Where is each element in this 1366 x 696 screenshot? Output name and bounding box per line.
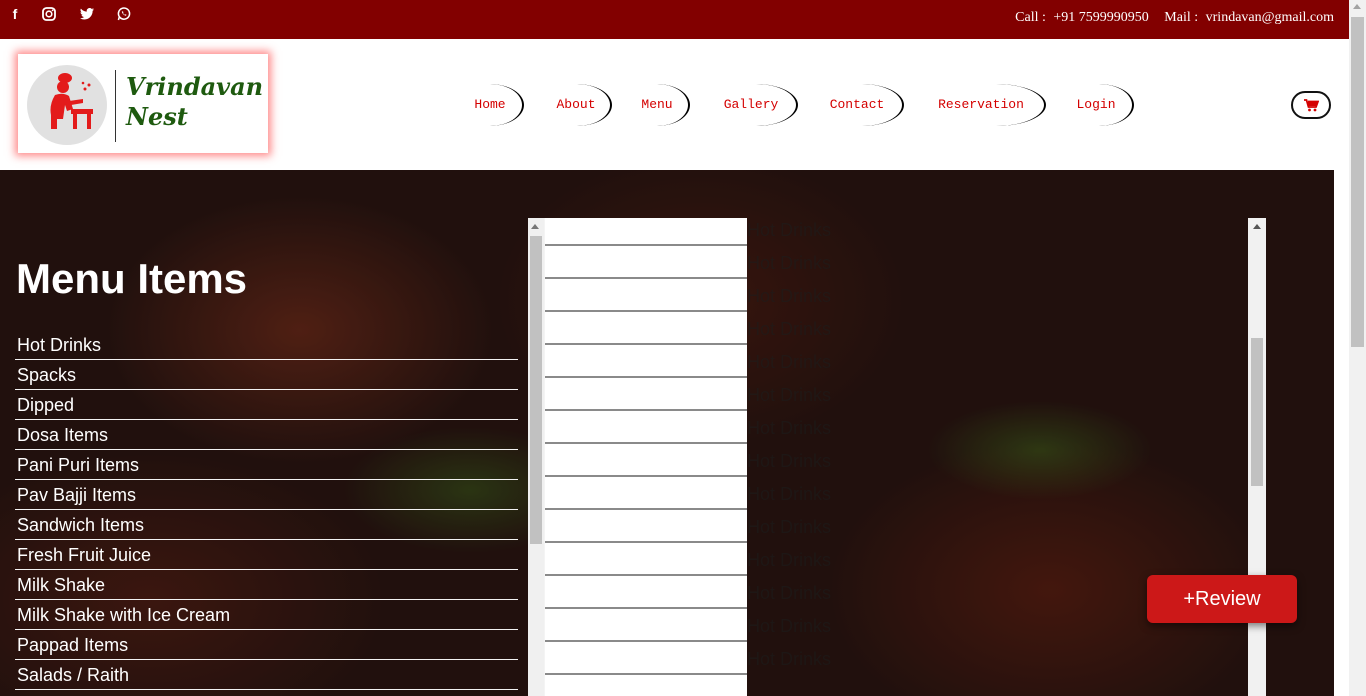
menu-item-name: Hot Drinks: [747, 286, 832, 306]
menu-category-item[interactable]: Spacks: [15, 360, 518, 390]
page-scroll-thumb[interactable]: [1351, 17, 1364, 347]
menu-item-name: Hot Drinks: [747, 220, 832, 240]
logo-divider: [115, 70, 116, 142]
menu-item-name: Hot Drinks: [747, 385, 832, 405]
list-item[interactable]: [545, 444, 747, 477]
scroll-up-arrow-icon[interactable]: [1253, 224, 1261, 229]
list-item[interactable]: [545, 543, 747, 576]
twitter-icon[interactable]: [78, 5, 96, 23]
list-item[interactable]: [545, 312, 747, 345]
menu-category-item[interactable]: Dipped: [15, 390, 518, 420]
page-scrollbar[interactable]: [1349, 0, 1366, 696]
logo-text: Vrindavan Nest: [126, 72, 263, 132]
menu-item-name: Hot Drinks: [747, 550, 832, 570]
logo[interactable]: Vrindavan Nest: [18, 54, 268, 153]
menu-items-panel: [528, 218, 747, 696]
menu-item-name: Hot Drinks: [747, 451, 832, 471]
menu-category-item[interactable]: Pappad Items: [15, 630, 518, 660]
nav-reservation[interactable]: Reservation: [916, 84, 1046, 126]
mail-label: Mail :: [1164, 10, 1199, 25]
nav-home-label: Home: [474, 97, 506, 112]
nav-about[interactable]: About: [540, 84, 612, 126]
menu-item-name: Hot Drinks: [747, 484, 832, 504]
nav-contact[interactable]: Contact: [810, 84, 904, 126]
add-review-button[interactable]: +Review: [1147, 575, 1297, 623]
nav-about-label: About: [556, 97, 596, 112]
menu-items-list: [545, 218, 747, 696]
site-header: Vrindavan Nest Home About Menu Gallery C…: [0, 39, 1334, 170]
instagram-icon[interactable]: [40, 5, 58, 23]
list-item[interactable]: [545, 345, 747, 378]
list-item[interactable]: [545, 218, 747, 246]
whatsapp-icon[interactable]: [115, 5, 133, 23]
cart-icon: [1303, 98, 1319, 111]
menu-item-name: Hot Drinks: [747, 616, 832, 636]
nav-login[interactable]: Login: [1058, 84, 1134, 126]
list-item[interactable]: [545, 675, 747, 696]
menu-category-item[interactable]: Pav Bajji Items: [15, 480, 518, 510]
menu-category-item[interactable]: Dosa Items: [15, 420, 518, 450]
nav-login-label: Login: [1076, 97, 1116, 112]
list-item[interactable]: [545, 279, 747, 312]
menu-category-item[interactable]: Hot Drinks: [15, 330, 518, 360]
menu-category-item[interactable]: Salads / Raith: [15, 660, 518, 690]
phone-number[interactable]: +91 7599990950: [1053, 10, 1148, 25]
menu-item-name: Hot Drinks: [747, 517, 832, 537]
nav-menu-label: Menu: [641, 97, 673, 112]
menu-item-name: Hot Drinks: [747, 253, 832, 273]
menu-category-item[interactable]: Milk Shake with Ice Cream: [15, 600, 518, 630]
email-address[interactable]: vrindavan@gmail.com: [1206, 10, 1334, 25]
nav-gallery[interactable]: Gallery: [704, 84, 798, 126]
menu-category-list: Hot Drinks Spacks Dipped Dosa Items Pani…: [15, 330, 518, 690]
menu-category-item[interactable]: Milk Shake: [15, 570, 518, 600]
menu-hero: Menu Items Hot Drinks Spacks Dipped Dosa…: [0, 170, 1334, 696]
nav-reservation-label: Reservation: [938, 97, 1024, 112]
chef-logo-icon: [27, 65, 107, 145]
scroll-up-arrow-icon[interactable]: [531, 224, 539, 229]
nav-home[interactable]: Home: [456, 84, 524, 126]
menu-category-item[interactable]: Sandwich Items: [15, 510, 518, 540]
nav-gallery-label: Gallery: [723, 97, 779, 112]
list-item[interactable]: [545, 576, 747, 609]
menu-item-names: Hot Drinks Hot Drinks Hot Drinks Hot Dri…: [747, 220, 831, 682]
menu-item-name: Hot Drinks: [747, 583, 832, 603]
call-label: Call :: [1015, 10, 1046, 25]
logo-line-1: Vrindavan: [126, 72, 264, 101]
menu-item-name: Hot Drinks: [747, 352, 832, 372]
cart-button[interactable]: [1291, 91, 1331, 119]
list-item[interactable]: [545, 510, 747, 543]
scroll-up-arrow-icon[interactable]: [1353, 4, 1361, 9]
logo-line-2: Nest: [126, 102, 188, 131]
list-item[interactable]: [545, 642, 747, 675]
list-item[interactable]: [545, 378, 747, 411]
list-item[interactable]: [545, 609, 747, 642]
menu-category-item[interactable]: Pani Puri Items: [15, 450, 518, 480]
page-title: Menu Items: [16, 255, 248, 302]
inner-scrollbar[interactable]: [1248, 218, 1266, 696]
inner-scroll-thumb[interactable]: [1251, 338, 1263, 486]
facebook-icon[interactable]: f: [8, 5, 22, 23]
list-item[interactable]: [545, 411, 747, 444]
menu-item-name: Hot Drinks: [747, 649, 832, 669]
contact-info: Call : +91 7599990950 Mail : vrindavan@g…: [1011, 10, 1334, 26]
panel-scroll-thumb[interactable]: [530, 236, 542, 544]
menu-category-item[interactable]: Fresh Fruit Juice: [15, 540, 518, 570]
list-item[interactable]: [545, 246, 747, 279]
list-item[interactable]: [545, 477, 747, 510]
menu-item-name: Hot Drinks: [747, 319, 832, 339]
nav-contact-label: Contact: [829, 97, 885, 112]
panel-scrollbar[interactable]: [528, 218, 544, 696]
menu-item-name: Hot Drinks: [747, 418, 832, 438]
nav-menu[interactable]: Menu: [624, 84, 690, 126]
top-bar: f Call : +91 7599990950 Mail : vrindavan…: [0, 0, 1366, 39]
